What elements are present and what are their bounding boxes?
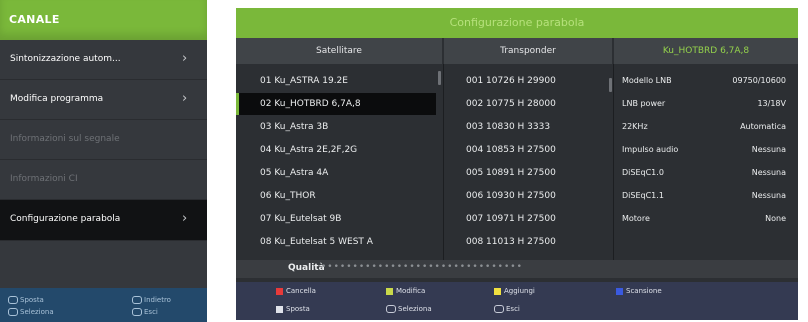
menu-item-auto-tuning[interactable]: Sintonizzazione autom... ›: [0, 40, 207, 80]
setting-label: Motore: [622, 214, 650, 223]
exit-icon: [494, 305, 504, 313]
setting-value-22khz[interactable]: Automatica: [740, 122, 786, 131]
chevron-right-icon: ›: [182, 91, 188, 106]
setting-value-tone-burst[interactable]: Nessuna: [752, 145, 786, 154]
transponder-row[interactable]: 008 11013 H 27500: [444, 231, 556, 253]
color-key-legend: Cancella Modifica Aggiungi Scansione Spo…: [236, 282, 798, 320]
hint-back: Indietro: [132, 296, 171, 304]
satellite-row[interactable]: 05 Ku_Astra 4A: [236, 162, 436, 184]
transponder-row[interactable]: 001 10726 H 29900: [444, 70, 556, 92]
menu-key-hints: Sposta Indietro Seleziona Esci: [0, 288, 207, 322]
satellite-row[interactable]: 03 Ku_Astra 3B: [236, 116, 436, 138]
yellow-key-icon: [494, 287, 501, 295]
dish-setup-title: Configurazione parabola: [236, 8, 798, 38]
signal-quality-bar: Qualità ••••••••••••••••••••••••••••••••: [236, 260, 798, 278]
green-key-icon: [386, 287, 393, 295]
satellite-row[interactable]: 04 Ku_Astra 2E,2F,2G: [236, 139, 436, 161]
red-key-icon: [276, 287, 283, 295]
setting-label: Impulso audio: [622, 145, 679, 154]
hint-exit: Esci: [132, 308, 158, 316]
menu-item-label: Configurazione parabola: [10, 214, 121, 224]
lnb-settings[interactable]: Modello LNB 09750/10600 LNB power 13/18V…: [614, 68, 798, 258]
yellow-key-add[interactable]: Aggiungi: [494, 287, 535, 295]
transponder-list[interactable]: 001 10726 H 29900 002 10775 H 28000 003 …: [444, 68, 612, 258]
setting-label: 22KHz: [622, 122, 648, 131]
quality-label: Qualità: [288, 263, 325, 273]
transponder-row[interactable]: 006 10930 H 27500: [444, 185, 556, 207]
satellite-name: 02 Ku_HOTBRD 6,7A,8: [260, 99, 361, 109]
transponder-row[interactable]: 005 10891 H 27500: [444, 162, 556, 184]
hint-move: Sposta: [8, 296, 44, 304]
hint-select: Seleziona: [8, 308, 54, 316]
menu-item-edit-program[interactable]: Modifica programma ›: [0, 80, 207, 120]
menu-item-signal-info: Informazioni sul segnale: [0, 120, 207, 160]
green-key-edit[interactable]: Modifica: [386, 287, 425, 295]
hint-select: Seleziona: [386, 305, 432, 313]
menu-title: CANALE: [9, 13, 60, 26]
dpad-icon: [8, 296, 18, 304]
menu-item-dish-setup[interactable]: Configurazione parabola ›: [0, 200, 207, 241]
dish-setup-panel: Configurazione parabola Satellitare Tran…: [236, 8, 798, 320]
transponder-row[interactable]: 004 10853 H 27500: [444, 139, 556, 161]
ok-icon: [386, 305, 396, 313]
dpad-icon: [276, 305, 283, 313]
setting-value-lnb-model[interactable]: 09750/10600: [732, 76, 786, 85]
setting-value-motor[interactable]: None: [765, 214, 786, 223]
satellite-row[interactable]: 01 Ku_ASTRA 19.2E: [236, 70, 436, 92]
setting-value-lnb-power[interactable]: 13/18V: [757, 99, 786, 108]
channel-menu-panel: CANALE Sintonizzazione autom... › Modifi…: [0, 0, 207, 322]
satellite-scrollbar[interactable]: [438, 71, 441, 85]
ok-icon: [8, 308, 18, 316]
menu-item-label: Sintonizzazione autom...: [10, 54, 121, 64]
setting-label: DiSEqC1.1: [622, 191, 664, 200]
setting-label: DiSEqC1.0: [622, 168, 664, 177]
satellite-row[interactable]: 08 Ku_Eutelsat 5 WEST A: [236, 231, 436, 253]
menu-item-label: Modifica programma: [10, 94, 104, 104]
transponder-column-header: Transponder: [444, 38, 612, 64]
setting-value-diseqc10[interactable]: Nessuna: [752, 168, 786, 177]
satellite-row[interactable]: 06 Ku_THOR: [236, 185, 436, 207]
exit-icon: [132, 308, 142, 316]
current-satellite-header: Ku_HOTBRD 6,7A,8: [614, 38, 798, 64]
selection-marker: [236, 93, 239, 115]
setting-label: LNB power: [622, 99, 666, 108]
satellite-column-header: Satellitare: [236, 38, 442, 64]
blue-key-scan[interactable]: Scansione: [616, 287, 662, 295]
chevron-right-icon: ›: [182, 51, 188, 66]
satellite-row[interactable]: 07 Ku_Eutelsat 9B: [236, 208, 436, 230]
transponder-row[interactable]: 002 10775 H 28000: [444, 93, 556, 115]
satellite-list[interactable]: 01 Ku_ASTRA 19.2E 02 Ku_HOTBRD 6,7A,8 03…: [236, 68, 442, 258]
menu-header: CANALE: [0, 0, 207, 40]
hint-exit: Esci: [494, 305, 520, 313]
setting-label: Modello LNB: [622, 76, 672, 85]
menu-item-label: Informazioni CI: [10, 174, 78, 184]
transponder-row[interactable]: 003 10830 H 3333: [444, 116, 550, 138]
transponder-row[interactable]: 007 10971 H 27500: [444, 208, 556, 230]
back-icon: [132, 296, 142, 304]
chevron-right-icon: ›: [182, 211, 188, 226]
menu-item-ci-info: Informazioni CI: [0, 160, 207, 200]
blue-key-icon: [616, 287, 623, 295]
quality-meter: ••••••••••••••••••••••••••••••••: [321, 262, 523, 272]
transponder-scrollbar[interactable]: [609, 78, 612, 92]
setting-value-diseqc11[interactable]: Nessuna: [752, 191, 786, 200]
menu-empty-area: [0, 241, 207, 288]
menu-item-label: Informazioni sul segnale: [10, 134, 120, 144]
red-key-delete[interactable]: Cancella: [276, 287, 316, 295]
hint-move: Sposta: [276, 305, 310, 313]
satellite-row-selected[interactable]: 02 Ku_HOTBRD 6,7A,8: [236, 93, 436, 115]
